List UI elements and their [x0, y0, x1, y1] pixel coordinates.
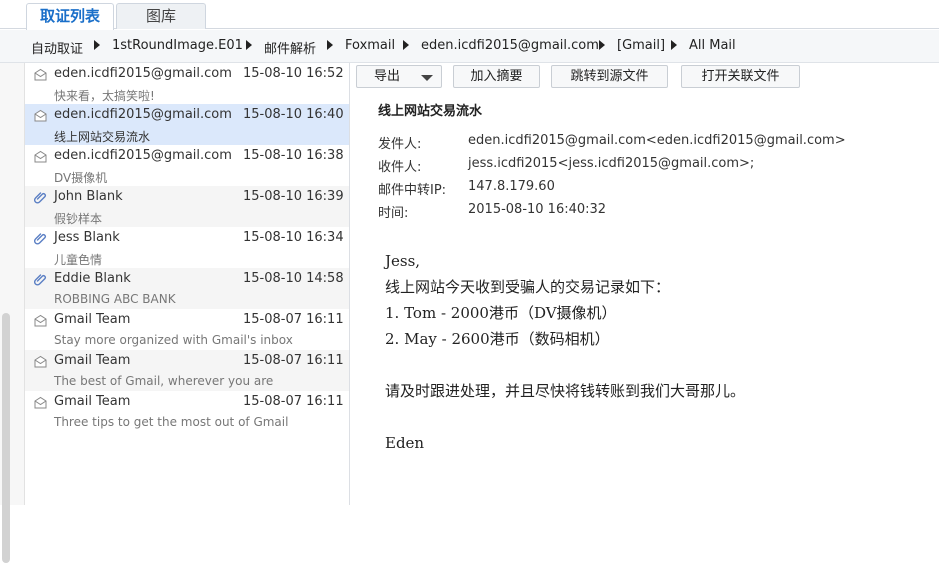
- tab-gallery[interactable]: 图库: [116, 3, 206, 29]
- mail-time: 15-08-07 16:11: [243, 394, 344, 409]
- breadcrumb-item-account[interactable]: eden.icdfi2015@gmail.com: [421, 38, 599, 53]
- mail-sender: John Blank: [54, 189, 123, 204]
- mail-sender: eden.icdfi2015@gmail.com: [54, 148, 232, 163]
- body-line: Jess,: [385, 252, 421, 270]
- jump-to-source-button[interactable]: 跳转到源文件: [551, 65, 668, 88]
- to-label: 收件人:: [378, 160, 422, 175]
- open-related-file-button[interactable]: 打开关联文件: [681, 65, 800, 88]
- from-label: 发件人:: [378, 137, 422, 152]
- mail-subject-preview: Stay more organized with Gmail's inbox: [54, 333, 293, 347]
- mail-time: 15-08-07 16:11: [243, 312, 344, 327]
- mail-sender: Eddie Blank: [54, 271, 131, 286]
- chevron-right-icon: [246, 40, 252, 50]
- paperclip-icon: [33, 232, 47, 245]
- mail-sender: Jess Blank: [54, 230, 120, 245]
- mail-time: 15-08-10 16:52: [243, 66, 344, 81]
- envelope-icon: [34, 355, 47, 368]
- breadcrumb-item-image[interactable]: 1stRoundImage.E01: [112, 38, 243, 53]
- paperclip-icon: [33, 191, 47, 204]
- mail-time: 15-08-10 16:38: [243, 148, 344, 163]
- mail-subject-preview: The best of Gmail, wherever you are: [54, 374, 274, 388]
- envelope-icon: [34, 314, 47, 327]
- mail-subject-preview: Three tips to get the most out of Gmail: [54, 415, 289, 429]
- to-value: jess.icdfi2015<jess.icdfi2015@gmail.com>…: [468, 156, 755, 171]
- tab-bar: 取证列表 图库: [0, 0, 939, 30]
- mail-list: eden.icdfi2015@gmail.com 15-08-10 16:52 快来…: [25, 63, 350, 505]
- mail-sender: eden.icdfi2015@gmail.com: [54, 107, 232, 122]
- time-value: 2015-08-10 16:40:32: [468, 202, 607, 217]
- export-label: 导出: [374, 69, 401, 84]
- chevron-right-icon: [327, 40, 333, 50]
- envelope-icon: [34, 150, 47, 163]
- breadcrumb-item-foxmail[interactable]: Foxmail: [345, 38, 395, 53]
- body-line: 请及时跟进处理，并且尽快将钱转账到我们大哥那儿。: [385, 382, 746, 400]
- mail-list-item[interactable]: Eddie Blank 15-08-10 14:58 ROBBING ABC BAN…: [25, 268, 349, 309]
- mail-list-item[interactable]: eden.icdfi2015@gmail.com 15-08-10 16:52 快来…: [25, 63, 349, 104]
- scrollbar[interactable]: [2, 313, 10, 563]
- mail-time: 15-08-10 16:39: [243, 189, 344, 204]
- relay-ip-value: 147.8.179.60: [468, 179, 555, 194]
- mail-sender: Gmail Team: [54, 353, 131, 368]
- mail-subject-preview: 假钞样本: [54, 212, 103, 226]
- mail-subject-preview: ROBBING ABC BANK: [54, 292, 176, 306]
- mail-time: 15-08-10 16:40: [243, 107, 344, 122]
- breadcrumb-item-all-mail[interactable]: All Mail: [689, 38, 736, 53]
- body-line: [385, 404, 925, 430]
- time-label: 时间:: [378, 206, 409, 221]
- mail-list-item[interactable]: eden.icdfi2015@gmail.com 15-08-10 16:38 DV…: [25, 145, 349, 186]
- envelope-icon: [34, 109, 47, 122]
- mail-list-item[interactable]: John Blank 15-08-10 16:39 假钞样本: [25, 186, 349, 227]
- mail-time: 15-08-10 16:34: [243, 230, 344, 245]
- mail-list-item[interactable]: Gmail Team 15-08-07 16:11 The best of Gmai…: [25, 350, 349, 391]
- mail-subject-preview: 儿童色情: [54, 253, 103, 267]
- breadcrumb-item-auto-forensics[interactable]: 自动取证: [31, 38, 83, 57]
- mail-detail: 线上网站交易流水 发件人: eden.icdfi2015@gmail.com<e…: [350, 91, 939, 505]
- relay-ip-label: 邮件中转IP:: [378, 183, 447, 198]
- chevron-right-icon: [403, 40, 409, 50]
- mail-list-item[interactable]: Gmail Team 15-08-07 16:11 Stay more organi…: [25, 309, 349, 350]
- mail-time: 15-08-07 16:11: [243, 353, 344, 368]
- mail-time: 15-08-10 14:58: [243, 271, 344, 286]
- chevron-down-icon: [421, 75, 433, 81]
- mail-list-item[interactable]: eden.icdfi2015@gmail.com 15-08-10 16:40 线上…: [25, 104, 349, 145]
- mail-sender: eden.icdfi2015@gmail.com: [54, 66, 232, 81]
- mail-subject-preview: DV摄像机: [54, 171, 108, 185]
- chevron-right-icon: [94, 40, 100, 50]
- body-line: 1. Tom - 2000港币（DV摄像机）: [385, 304, 617, 322]
- mail-subject-preview: 线上网站交易流水: [54, 130, 151, 144]
- mail-subject-preview: 快来看，太搞笑啦!: [54, 89, 155, 103]
- from-value: eden.icdfi2015@gmail.com<eden.icdfi2015@…: [468, 133, 846, 148]
- breadcrumb: 自动取证 1stRoundImage.E01 邮件解析 Foxmail eden…: [0, 30, 939, 63]
- mail-list-item[interactable]: Jess Blank 15-08-10 16:34 儿童色情: [25, 227, 349, 268]
- mail-sender: Gmail Team: [54, 312, 131, 327]
- envelope-icon: [34, 68, 47, 81]
- tab-evidence-list[interactable]: 取证列表: [26, 3, 114, 30]
- toolbar: 导出 加入摘要 跳转到源文件 打开关联文件: [350, 63, 939, 91]
- paperclip-icon: [33, 273, 47, 286]
- envelope-icon: [34, 396, 47, 409]
- body-line: Eden: [385, 434, 425, 452]
- mail-subject: 线上网站交易流水: [378, 104, 483, 119]
- body-line: [385, 352, 925, 378]
- export-dropdown-button[interactable]: 导出: [356, 65, 442, 88]
- mail-list-item[interactable]: Gmail Team 15-08-07 16:11 Three tips to ge…: [25, 391, 349, 432]
- body-line: 线上网站今天收到受骗人的交易记录如下：: [385, 278, 671, 296]
- chevron-right-icon: [599, 40, 605, 50]
- left-panel-gutter: [0, 63, 25, 563]
- mail-sender: Gmail Team: [54, 394, 131, 409]
- breadcrumb-item-gmail[interactable]: [Gmail]: [617, 38, 665, 53]
- add-summary-button[interactable]: 加入摘要: [453, 65, 540, 88]
- chevron-right-icon: [671, 40, 677, 50]
- breadcrumb-item-mail-parse[interactable]: 邮件解析: [264, 38, 316, 57]
- mail-body: Jess, 线上网站今天收到受骗人的交易记录如下： 1. Tom - 2000港…: [385, 248, 925, 456]
- body-line: 2. May - 2600港币（数码相机）: [385, 330, 610, 348]
